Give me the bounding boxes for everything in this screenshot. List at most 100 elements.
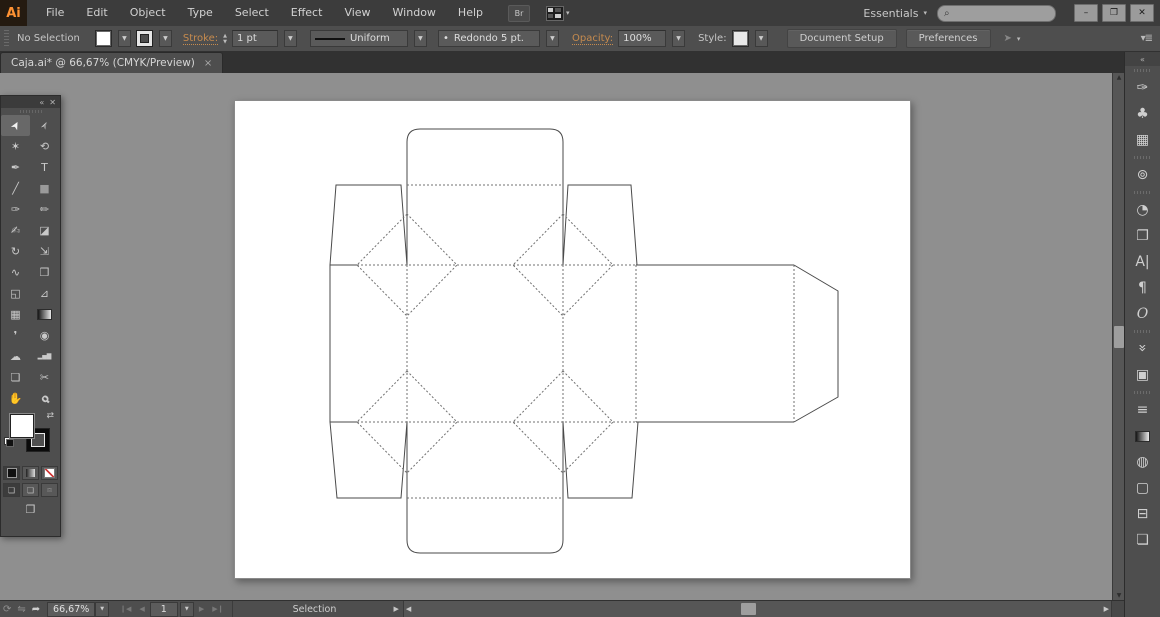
- canvas-pasteboard[interactable]: [0, 73, 1112, 600]
- shape-builder-tool[interactable]: ◱: [1, 283, 30, 304]
- slice-tool[interactable]: ✂: [30, 367, 59, 388]
- vertical-scroll-thumb[interactable]: [1114, 326, 1124, 348]
- color-panel-button[interactable]: ⊚: [1125, 162, 1160, 188]
- width-tool[interactable]: ∿: [1, 262, 30, 283]
- blob-brush-tool[interactable]: ✍: [1, 220, 30, 241]
- default-fill-stroke-icon[interactable]: [4, 437, 14, 447]
- dock-group-grip[interactable]: [1125, 327, 1160, 336]
- stroke-width-stepper[interactable]: ▲ ▼: [223, 33, 227, 45]
- document-setup-button[interactable]: Document Setup: [787, 29, 897, 48]
- gradient-tool[interactable]: [30, 304, 59, 325]
- menu-type[interactable]: Type: [177, 0, 224, 26]
- artboard-tool[interactable]: ❏: [1, 367, 30, 388]
- scroll-down-icon[interactable]: ▼: [1113, 592, 1125, 599]
- control-panel-menu-icon[interactable]: ▾≣: [1141, 33, 1156, 44]
- color-guide-panel-button[interactable]: ◔: [1125, 197, 1160, 223]
- pen-tool[interactable]: ✒: [1, 157, 30, 178]
- brush-definition-select[interactable]: • Redondo 5 pt.: [438, 30, 540, 47]
- stroke-panel-link[interactable]: Stroke:: [183, 33, 218, 45]
- menu-view[interactable]: View: [333, 0, 381, 26]
- swap-fill-stroke-icon[interactable]: ⇄: [46, 411, 54, 421]
- blend-tool[interactable]: ◉: [30, 325, 59, 346]
- magic-wand-tool[interactable]: ✶: [1, 136, 30, 157]
- last-artboard-button[interactable]: ▶❙: [209, 605, 226, 613]
- dock-group-grip[interactable]: [1125, 153, 1160, 162]
- draw-normal-button[interactable]: ❏: [3, 483, 20, 497]
- character-panel-button[interactable]: A|: [1125, 249, 1160, 275]
- menu-window[interactable]: Window: [382, 0, 447, 26]
- status-expand-icon[interactable]: ▶: [389, 605, 402, 613]
- menu-file[interactable]: File: [35, 0, 75, 26]
- menu-select[interactable]: Select: [224, 0, 280, 26]
- stroke-width-dropdown[interactable]: ▼: [284, 30, 297, 47]
- scroll-left-icon[interactable]: ◀: [406, 601, 411, 617]
- symbols-panel-button[interactable]: ♣: [1125, 101, 1160, 127]
- align-panel-button[interactable]: ⊟: [1125, 501, 1160, 527]
- stroke-color-swatch[interactable]: [136, 30, 153, 47]
- tools-panel-grip[interactable]: [1, 108, 60, 115]
- dock-group-grip[interactable]: [1125, 188, 1160, 197]
- arrange-documents-button[interactable]: ▾: [546, 6, 570, 21]
- zoom-level-field[interactable]: 66,67%: [47, 602, 95, 617]
- dock-group-grip[interactable]: [1125, 66, 1160, 75]
- brush-dropdown[interactable]: ▼: [546, 30, 559, 47]
- lasso-tool[interactable]: ⟲: [30, 136, 59, 157]
- dock-header[interactable]: «: [1125, 52, 1160, 66]
- color-button[interactable]: [3, 466, 20, 480]
- variable-width-profile-select[interactable]: Uniform: [310, 30, 408, 47]
- gradient-panel-button[interactable]: [1125, 423, 1160, 449]
- artboard-dropdown[interactable]: ▼: [180, 602, 194, 617]
- rectangle-tool[interactable]: ■: [30, 178, 59, 199]
- search-input[interactable]: ⌕: [937, 5, 1056, 22]
- artboard-number-field[interactable]: 1: [150, 602, 178, 617]
- scroll-up-icon[interactable]: ▲: [1113, 74, 1125, 81]
- fill-dropdown-button[interactable]: ▼: [118, 30, 131, 47]
- minimize-button[interactable]: –: [1074, 4, 1098, 22]
- style-swatch[interactable]: [732, 30, 749, 47]
- opentype-panel-button[interactable]: O: [1125, 301, 1160, 327]
- style-dropdown[interactable]: ▼: [755, 30, 768, 47]
- direct-selection-tool[interactable]: ➣: [30, 115, 59, 136]
- vertical-scrollbar[interactable]: ▲ ▼: [1112, 73, 1124, 600]
- brushes-panel-button[interactable]: ✑: [1125, 75, 1160, 101]
- close-button[interactable]: ✕: [1130, 4, 1154, 22]
- selection-tool[interactable]: ➤: [1, 115, 30, 136]
- mesh-tool[interactable]: ▦: [1, 304, 30, 325]
- history-icon[interactable]: ⟳: [0, 604, 14, 615]
- draw-inside-button[interactable]: ⧈: [41, 483, 58, 497]
- expand-dock-icon[interactable]: «: [1140, 55, 1145, 64]
- menu-edit[interactable]: Edit: [75, 0, 118, 26]
- scroll-right-icon[interactable]: ▶: [1104, 601, 1109, 617]
- none-button[interactable]: [41, 466, 58, 480]
- stroke-dropdown-button[interactable]: ▼: [159, 30, 172, 47]
- opacity-field[interactable]: 100%: [618, 30, 666, 47]
- stepper-down-icon[interactable]: ▼: [223, 39, 227, 45]
- artboard[interactable]: [234, 100, 911, 579]
- previous-artboard-button[interactable]: ◀: [136, 605, 147, 613]
- draw-behind-button[interactable]: ❏: [22, 483, 39, 497]
- menu-effect[interactable]: Effect: [280, 0, 334, 26]
- workspace-switcher[interactable]: Essentials ▾: [863, 7, 927, 20]
- fill-color-swatch[interactable]: [95, 30, 112, 47]
- dock-group-grip[interactable]: [1125, 388, 1160, 397]
- paragraph-panel-button[interactable]: ¶: [1125, 275, 1160, 301]
- opacity-dropdown[interactable]: ▼: [672, 30, 685, 47]
- artboards-panel-button[interactable]: ▣: [1125, 362, 1160, 388]
- appearance-panel-button[interactable]: ❐: [1125, 223, 1160, 249]
- horizontal-scroll-thumb[interactable]: [741, 603, 756, 615]
- profile-dropdown[interactable]: ▼: [414, 30, 427, 47]
- menu-help[interactable]: Help: [447, 0, 494, 26]
- select-similar-dropdown[interactable]: ▾: [1017, 35, 1021, 43]
- collapse-panel-icon[interactable]: «: [39, 98, 44, 107]
- scale-tool[interactable]: ⇲: [30, 241, 59, 262]
- restore-button[interactable]: ❐: [1102, 4, 1126, 22]
- sync-icon[interactable]: ⇋: [14, 604, 28, 615]
- fill-swatch[interactable]: [10, 414, 34, 438]
- rotate-tool[interactable]: ↻: [1, 241, 30, 262]
- screen-mode-button[interactable]: ❐: [1, 503, 60, 516]
- stroke-panel-button[interactable]: ≡: [1125, 397, 1160, 423]
- symbol-sprayer-tool[interactable]: ☁: [1, 346, 30, 367]
- next-artboard-button[interactable]: ▶: [196, 605, 207, 613]
- zoom-dropdown[interactable]: ▼: [95, 602, 109, 617]
- document-tab[interactable]: Caja.ai* @ 66,67% (CMYK/Preview) ×: [0, 52, 223, 73]
